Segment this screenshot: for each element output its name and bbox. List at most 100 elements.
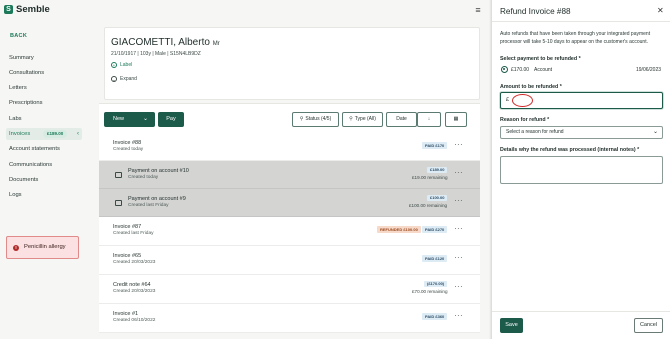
more-options-icon[interactable]: ··· — [454, 140, 463, 149]
new-button-label: New — [113, 116, 125, 122]
back-link[interactable]: BACK — [10, 33, 27, 39]
more-options-icon[interactable]: ··· — [454, 253, 463, 262]
wallet-icon — [115, 172, 122, 178]
allergy-alert[interactable]: ! Penicillin allergy — [6, 236, 79, 259]
row-subtitle: Created last Friday — [128, 203, 169, 208]
focus-highlight — [512, 94, 533, 107]
more-options-icon[interactable]: ··· — [454, 196, 463, 205]
row-subtitle: Created 06/10/2022 — [113, 318, 156, 323]
app-logo[interactable]: S Semble — [4, 4, 50, 15]
sidebar-item-summary[interactable]: Summary — [6, 52, 82, 64]
add-label-text: Label — [120, 62, 133, 68]
sidebar-item-logs[interactable]: Logs — [6, 189, 82, 201]
refund-reason-select[interactable]: Select a reason for refund ⌄ — [500, 126, 663, 139]
sort-direction-button[interactable]: ↓ — [417, 112, 441, 127]
more-options-icon[interactable]: ··· — [454, 311, 463, 320]
row-subtitle: Created 20/03/2023 — [113, 260, 156, 265]
hamburger-icon[interactable]: ≡ — [472, 5, 484, 16]
save-button[interactable]: Save — [500, 318, 523, 333]
app-main: S Semble ≡ BACK Summary Consultations Le… — [0, 0, 492, 339]
pay-button[interactable]: Pay — [158, 112, 184, 127]
date-sort-button[interactable]: Date — [386, 112, 417, 127]
status-filter-button[interactable]: ⚲ Status (4/5) — [292, 112, 339, 127]
row-title: Credit note #64 — [113, 282, 151, 288]
refund-reason-label: Reason for refund * — [500, 117, 550, 123]
refund-amount-input[interactable]: £ — [500, 92, 663, 109]
view-toggle-button[interactable]: ▦ — [445, 112, 467, 127]
list-item[interactable]: Payment on account #10 Created today £18… — [99, 161, 480, 189]
list-item[interactable]: Invoice #65 Created 20/03/2023 PAID £120… — [99, 246, 480, 275]
status-badge: PAID £270 — [422, 226, 448, 233]
more-options-icon[interactable]: ··· — [454, 224, 463, 233]
sidebar: BACK Summary Consultations Letters Presc… — [0, 21, 90, 339]
row-title: Invoice #88 — [113, 140, 142, 146]
close-icon[interactable]: ✕ — [657, 6, 664, 15]
sidebar-item-label: Letters — [9, 85, 27, 91]
row-title: Payment on account #10 — [128, 168, 189, 174]
payment-amount: £170.00 — [511, 67, 530, 73]
patient-name: GIACOMETTI, Alberto Mr — [111, 37, 220, 48]
remaining-amount: £100.00 remaining — [409, 203, 448, 208]
sidebar-item-prescriptions[interactable]: Prescriptions — [6, 97, 82, 109]
sidebar-item-label: Prescriptions — [9, 100, 43, 106]
cancel-button[interactable]: Cancel — [634, 318, 663, 333]
row-subtitle: Created today — [113, 147, 144, 152]
row-subtitle: Created 20/03/2023 — [113, 289, 156, 294]
row-subtitle: Created last Friday — [113, 231, 154, 236]
list-item[interactable]: Invoice #88 Created today PAID £170 ··· — [99, 133, 480, 161]
chevron-down-icon: ⌄ — [652, 129, 658, 135]
type-filter-button[interactable]: ⚲ Type (All) — [342, 112, 383, 127]
sidebar-item-label: Logs — [9, 192, 22, 198]
sidebar-item-label: Labs — [9, 116, 22, 122]
sidebar-item-documents[interactable]: Documents — [6, 174, 82, 186]
chevron-down-icon: ⌄ — [142, 116, 148, 122]
sidebar-item-account-statements[interactable]: Account statements — [6, 143, 82, 155]
amount-badge: £189.00 — [427, 167, 448, 173]
wallet-icon — [115, 200, 122, 206]
refund-details-textarea[interactable] — [500, 156, 663, 184]
patient-meta: 21/10/1917 | 103y | Male | S15N4LB9DZ — [111, 51, 201, 57]
drawer-title: Refund Invoice #88 — [500, 7, 571, 16]
amount-badge: (£170.00) — [424, 281, 448, 287]
expand-link[interactable]: ⌄ Expand — [111, 76, 137, 82]
top-bar: S Semble ≡ — [0, 0, 491, 21]
arrow-down-icon: ↓ — [427, 116, 431, 122]
list-item[interactable]: Invoice #87 Created last Friday REFUNDED… — [99, 217, 480, 246]
sidebar-item-communications[interactable]: Communications — [6, 159, 82, 171]
payment-radio[interactable] — [501, 66, 508, 73]
filter-icon: ⚲ — [299, 116, 304, 122]
sidebar-item-invoices[interactable]: Invoices £189.00 ‹ — [6, 128, 82, 140]
payment-select-label: Select payment to be refunded * — [500, 56, 581, 62]
plus-circle-icon: + — [111, 62, 117, 68]
refund-amount-label: Amount to be refunded * — [500, 84, 562, 90]
status-badge: PAID £360 — [422, 313, 448, 320]
refunded-badge: REFUNDED £100.00 — [377, 226, 421, 233]
refund-drawer: Refund Invoice #88 ✕ Auto refunds that h… — [491, 0, 670, 339]
chevron-down-circle-icon: ⌄ — [111, 76, 117, 82]
add-label-link[interactable]: + Label — [111, 62, 132, 68]
invoice-toolbar: New ⌄ Pay ⚲ Status (4/5) ⚲ Type (All) Date… — [99, 103, 480, 133]
status-filter-label: Status (4/5) — [305, 116, 332, 122]
patient-header-card: GIACOMETTI, Alberto Mr 21/10/1917 | 103y… — [104, 27, 480, 100]
list-item[interactable]: Payment on account #9 Created last Frida… — [99, 189, 480, 217]
sidebar-item-consultations[interactable]: Consultations — [6, 67, 82, 79]
semble-logo-icon: S — [4, 5, 13, 14]
remaining-amount: £19.00 remaining — [412, 175, 448, 180]
row-title: Invoice #65 — [113, 253, 142, 259]
more-options-icon[interactable]: ··· — [454, 282, 463, 291]
patient-title: Mr — [212, 41, 220, 47]
sidebar-item-labs[interactable]: Labs — [6, 113, 82, 125]
expand-text: Expand — [120, 76, 137, 82]
app-logo-text: Semble — [16, 4, 50, 15]
list-item[interactable]: Credit note #64 Created 20/03/2023 (£170… — [99, 275, 480, 304]
payment-date: 19/06/2023 — [636, 67, 662, 73]
sidebar-item-letters[interactable]: Letters — [6, 82, 82, 94]
sidebar-item-label: Communications — [9, 162, 53, 168]
sidebar-item-label: Invoices — [9, 131, 31, 137]
new-button[interactable]: New ⌄ — [104, 112, 155, 127]
list-item[interactable]: Invoice #1 Created 06/10/2022 PAID £360 … — [99, 304, 480, 333]
invoices-balance-badge: £189.00 — [43, 130, 68, 138]
alert-icon: ! — [13, 245, 19, 251]
refund-details-label: Details why the refund was processed (in… — [500, 147, 640, 153]
more-options-icon[interactable]: ··· — [454, 168, 463, 177]
